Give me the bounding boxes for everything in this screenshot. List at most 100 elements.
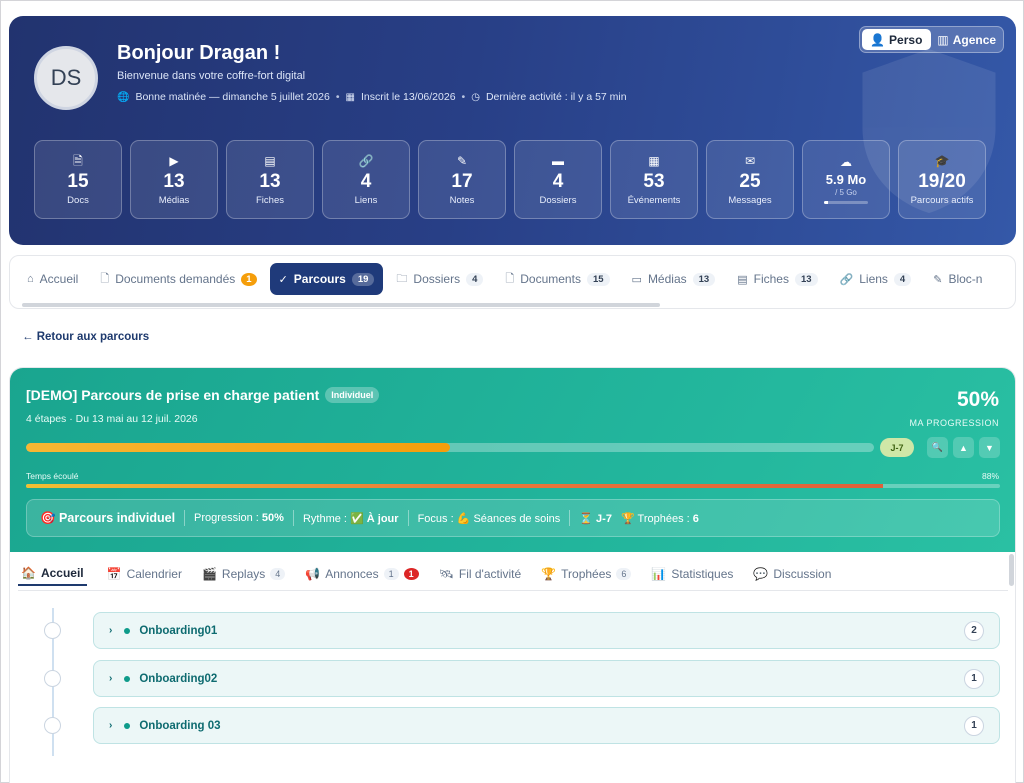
tab-documents[interactable]: 🗋 Documents 15 — [496, 263, 618, 295]
link-icon: 🔗 — [358, 153, 374, 168]
timeline-dot — [44, 622, 61, 639]
avatar: DS — [34, 46, 98, 110]
storage-bar-fill — [824, 201, 829, 204]
clock-icon: ◷ — [471, 91, 480, 103]
subtab-trophees[interactable]: 🏆 Trophées 6 — [541, 562, 632, 586]
storage-quota: / 5 Go — [835, 188, 857, 197]
tab-fiches[interactable]: ▤ Fiches 13 — [728, 263, 826, 295]
move-down-button[interactable]: ▼ — [979, 437, 1000, 458]
tab-bloc-notes[interactable]: ✎ Bloc-n — [924, 263, 991, 295]
parcours-card: [DEMO] Parcours de prise en charge patie… — [9, 367, 1016, 783]
parcours-title-row: [DEMO] Parcours de prise en charge patie… — [26, 387, 380, 403]
chevron-right-icon: › — [109, 625, 113, 636]
subtab-calendrier[interactable]: 📅 Calendrier — [107, 562, 182, 586]
tab-documents-demandes[interactable]: 🗋 Documents demandés 1 — [91, 263, 265, 295]
trophies-label: 🏆 Trophées : — [620, 512, 690, 525]
user-icon: 👤 — [870, 32, 886, 47]
perso-toggle-button[interactable]: 👤 Perso — [862, 29, 931, 50]
subtab-discussion[interactable]: 💬 Discussion — [753, 562, 831, 586]
content-scrollbar[interactable] — [1009, 554, 1014, 586]
fiches-icon: ▤ — [264, 153, 276, 168]
tab-count-badge: 4 — [893, 272, 912, 286]
tab-label: Médias — [647, 272, 687, 286]
step-row[interactable]: › Onboarding02 1 — [93, 660, 1000, 697]
chevron-right-icon: › — [109, 720, 113, 731]
rythme-label: Rythme : — [302, 512, 347, 525]
calendrier-icon: 📅 — [106, 567, 122, 581]
subtab-replays[interactable]: 🎬 Replays 4 — [202, 562, 286, 586]
edit-icon: ✎ — [933, 273, 943, 286]
subtabs-divider — [18, 590, 1008, 591]
user-meta: 🌐 Bonne matinée — dimanche 5 juillet 202… — [117, 91, 627, 103]
account-toggle: 👤 Perso ▥ Agence — [859, 26, 1004, 53]
perso-label: Perso — [889, 32, 923, 47]
stat-card[interactable]: ✎ 17 Notes — [418, 140, 506, 219]
subtab-label: Discussion — [773, 567, 832, 581]
check-circle-icon: ✓ — [278, 273, 288, 286]
progress-percent: 50% — [956, 388, 999, 411]
registered-text: Inscrit le 13/06/2026 — [360, 91, 456, 103]
stat-value: 25 — [739, 170, 761, 192]
stat-label: Médias — [158, 194, 190, 206]
tab-parcours[interactable]: ✓ Parcours 19 — [269, 263, 384, 295]
tab-label: Bloc-n — [948, 272, 983, 286]
tabs-scrollbar[interactable] — [22, 303, 660, 307]
home-icon: ⌂ — [27, 273, 34, 285]
info-divider — [292, 510, 294, 526]
stat-card[interactable]: 🎓 19/20 Parcours actifs — [898, 140, 986, 219]
tab-count-badge: 1 — [241, 272, 257, 286]
stat-label: Liens — [354, 194, 378, 206]
stat-card[interactable]: ▬ 4 Dossiers — [514, 140, 602, 219]
status-dot — [124, 627, 131, 634]
elapsed-time-bar — [26, 484, 1000, 488]
info-divider — [407, 510, 409, 526]
stat-value: 13 — [163, 170, 185, 192]
tab-label: Dossiers — [413, 272, 461, 286]
stat-card[interactable]: ▤ 13 Fiches — [226, 140, 314, 219]
step-row[interactable]: › Onboarding 03 1 — [93, 707, 1000, 744]
stat-value: 4 — [552, 170, 564, 192]
search-button[interactable]: 🔍 — [927, 437, 948, 458]
tab-count-badge: 13 — [692, 272, 716, 286]
subtab-annonces[interactable]: 📢 Annonces 1 1 — [305, 562, 419, 586]
fil-icon: 🛰 — [438, 567, 454, 581]
stat-card[interactable]: ▦ 53 Événements — [610, 140, 698, 219]
stat-label: Docs — [67, 194, 89, 206]
stat-card[interactable]: ☁ 5.9 Mo/ 5 Go — [802, 140, 890, 219]
subtab-statistiques[interactable]: 📊 Statistiques — [651, 562, 733, 586]
tab-liens[interactable]: 🔗 Liens 4 — [831, 263, 921, 295]
step-row[interactable]: › Onboarding01 2 — [93, 612, 1000, 649]
stat-value: 19/20 — [918, 170, 966, 192]
stat-value: 5.9 Mo — [825, 172, 867, 187]
document-icon: 🗋 — [100, 272, 110, 285]
back-to-parcours-link[interactable]: ← Retour aux parcours — [22, 331, 149, 343]
tab-dossiers[interactable]: 🗀 Dossiers 4 — [387, 263, 492, 295]
greeting-subtitle: Bienvenue dans votre coffre-fort digital — [117, 70, 306, 82]
step-label: Onboarding02 — [139, 672, 218, 685]
stat-card[interactable]: 🗎 15 Docs — [34, 140, 122, 219]
status-dot — [124, 722, 131, 729]
annonces-icon: 📢 — [305, 567, 321, 581]
stat-value: 13 — [259, 170, 281, 192]
folder-icon: ▬ — [552, 153, 564, 168]
info-divider — [184, 510, 186, 526]
subtab-fil[interactable]: 🛰 Fil d'activité — [439, 562, 522, 586]
stat-label: Événements — [627, 194, 681, 206]
stat-value: 17 — [451, 170, 473, 192]
parcours-banner: [DEMO] Parcours de prise en charge patie… — [10, 368, 1015, 552]
progression-value: 50% — [261, 512, 284, 524]
triangle-down-icon: ▼ — [985, 442, 994, 453]
tab-accueil[interactable]: ⌂ Accueil — [18, 263, 87, 295]
agence-label: Agence — [952, 32, 997, 47]
parcours-type-badge: Individuel — [325, 387, 380, 403]
calendar-icon: ▦ — [648, 153, 660, 168]
progression-info: Progression : 50% — [194, 512, 284, 524]
stat-card[interactable]: ▶ 13 Médias — [130, 140, 218, 219]
parcours-subtabs: 🏠 Accueil 📅 Calendrier 🎬 Replays 4 📢 Annonces 1 1 🛰… — [18, 562, 831, 586]
stat-card[interactable]: ✉ 25 Messages — [706, 140, 794, 219]
move-up-button[interactable]: ▲ — [953, 437, 974, 458]
subtab-accueil[interactable]: 🏠 Accueil — [18, 562, 87, 586]
agence-toggle-button[interactable]: ▥ Agence — [933, 29, 1002, 50]
stat-card[interactable]: 🔗 4 Liens — [322, 140, 410, 219]
tab-medias[interactable]: ▭ Médias 13 — [623, 263, 725, 295]
